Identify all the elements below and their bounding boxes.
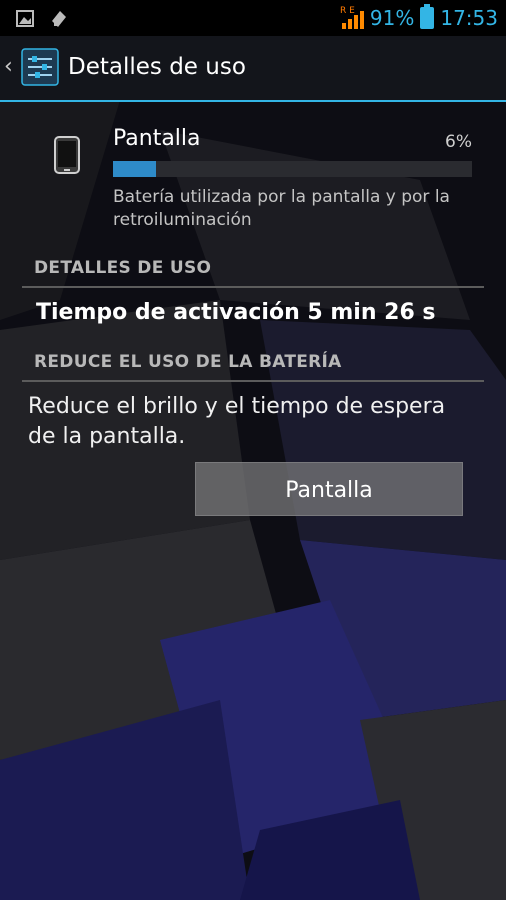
- status-bar: R E 91% 17:53: [0, 0, 506, 36]
- action-bar-divider: [0, 100, 506, 102]
- usage-section-header: DETALLES DE USO: [22, 258, 484, 288]
- item-description: Batería utilizada por la pantalla y por …: [113, 187, 450, 230]
- chevron-left-icon[interactable]: ‹: [4, 54, 13, 79]
- reduce-section-header: REDUCE EL USO DE LA BATERÍA: [22, 352, 484, 382]
- action-bar: ‹ Detalles de uso: [0, 36, 506, 102]
- clock: 17:53: [440, 6, 498, 30]
- section-divider: [22, 380, 484, 382]
- reduce-advice-text: Reduce el brillo y el tiempo de espera d…: [28, 394, 446, 449]
- page-title[interactable]: Detalles de uso: [68, 54, 246, 80]
- usage-section-title: DETALLES DE USO: [34, 258, 212, 278]
- usage-progress-bar: [113, 161, 472, 177]
- status-right: R E 91% 17:53: [338, 3, 498, 33]
- gallery-icon: [16, 10, 34, 27]
- activation-time: Tiempo de activación 5 min 26 s: [36, 300, 436, 325]
- usb-debug-icon: [52, 11, 66, 27]
- settings-sliders-icon[interactable]: [21, 48, 59, 86]
- phone-icon: [54, 136, 80, 174]
- battery-percent: 91%: [369, 6, 415, 30]
- reduce-section-title: REDUCE EL USO DE LA BATERÍA: [34, 352, 342, 372]
- item-title: Pantalla: [113, 126, 201, 151]
- usage-progress-fill: [113, 161, 157, 177]
- status-notifications: [16, 9, 76, 33]
- item-percent: 6%: [445, 132, 472, 152]
- section-divider: [22, 286, 484, 288]
- network-label: R E: [340, 6, 355, 16]
- battery-icon: [420, 4, 435, 29]
- signal-icon: R E: [340, 6, 364, 29]
- display-settings-button[interactable]: Pantalla: [195, 462, 463, 516]
